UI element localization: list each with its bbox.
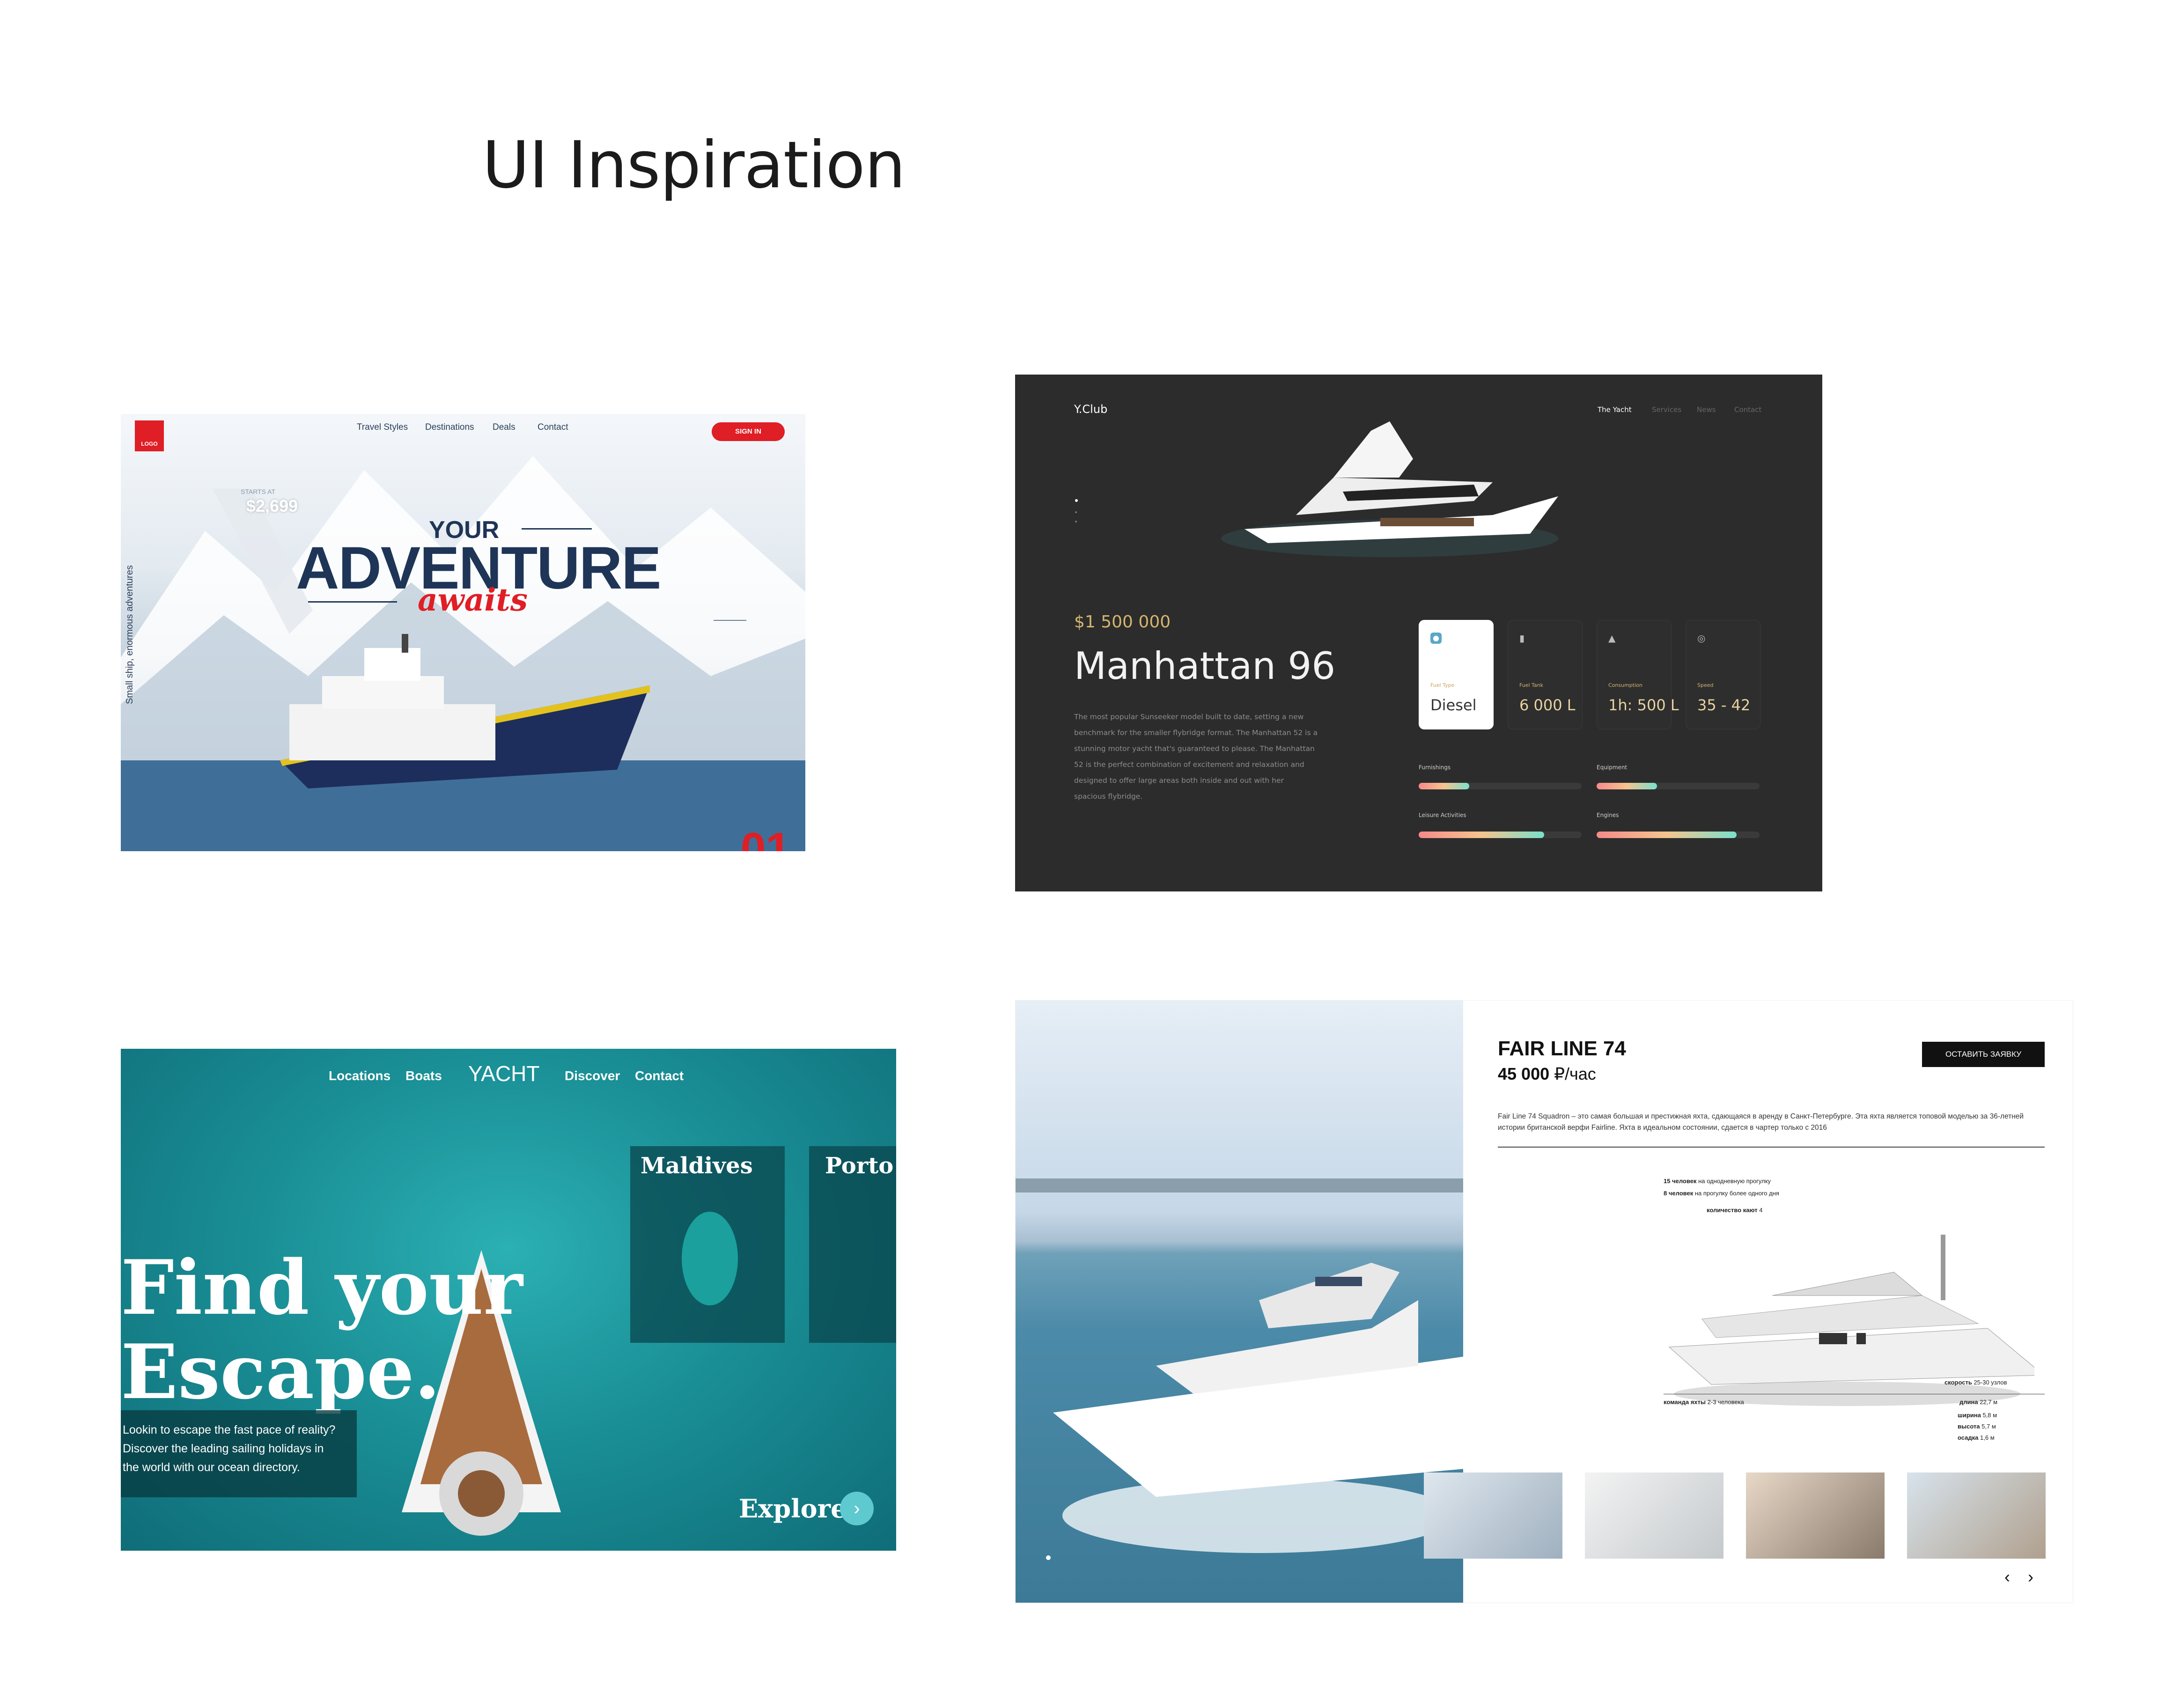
nav-travel-styles[interactable]: Travel Styles <box>357 422 408 433</box>
gallery-thumbnail[interactable] <box>1746 1472 1885 1559</box>
droplet-icon: ● <box>1430 633 1442 644</box>
yclub-card[interactable]: Y.Club The Yacht Services News Contact $… <box>1015 375 1822 891</box>
nav-news[interactable]: News <box>1697 405 1716 414</box>
nav-deals[interactable]: Deals <box>493 422 516 433</box>
price: $2,699 <box>246 496 298 515</box>
spec-label: Consumption <box>1608 682 1642 688</box>
request-button[interactable]: ОСТАВИТЬ ЗАЯВКУ <box>1922 1042 2045 1067</box>
divider <box>308 601 397 603</box>
divider <box>522 528 592 530</box>
dimension-height: высота 5,7 м <box>1958 1423 1996 1430</box>
nav-boats[interactable]: Boats <box>405 1068 442 1083</box>
gallery-thumbnail[interactable] <box>1424 1472 1562 1559</box>
intro-text-line: the world with our ocean directory. <box>123 1461 300 1474</box>
slider-dot[interactable] <box>1075 511 1077 513</box>
nav-contact[interactable]: Contact <box>635 1068 684 1083</box>
progress-bar-engines <box>1597 832 1760 838</box>
next-arrow-icon[interactable] <box>714 620 746 621</box>
chevron-left-icon[interactable]: ‹ <box>2004 1567 2010 1587</box>
fairline-card[interactable]: FAIR LINE 74 45 000 ₽/час ОСТАВИТЬ ЗАЯВК… <box>1015 1000 2073 1603</box>
logo[interactable]: LOGO <box>135 420 164 451</box>
divider <box>1498 1147 2045 1148</box>
intro-text-line: Lookin to escape the fast pace of realit… <box>123 1423 336 1436</box>
spec-card-consumption[interactable]: ▲ Consumption 1h: 500 L <box>1597 620 1679 729</box>
nav-discover[interactable]: Discover <box>565 1068 620 1083</box>
destination-tile-porto[interactable]: Porto <box>809 1146 896 1343</box>
gallery-thumbnail[interactable] <box>1907 1472 2046 1559</box>
bar-label-equipment: Equipment <box>1597 764 1628 771</box>
dimension-width: ширина 5,8 м <box>1958 1412 1997 1419</box>
nav-the-yacht[interactable]: The Yacht <box>1598 405 1632 414</box>
flame-icon: ▲ <box>1608 633 1616 644</box>
gallery-thumbnail[interactable] <box>1585 1472 1723 1559</box>
fuel-pump-icon: ▮ <box>1519 633 1525 644</box>
progress-bar-leisure <box>1419 832 1582 838</box>
explore-link[interactable]: Explore <box>739 1494 847 1524</box>
spec-value: 1h: 500 L <box>1608 696 1679 714</box>
progress-bar-furnishings <box>1419 783 1582 789</box>
spec-card-fuel-type[interactable]: ● Fuel Type Diesel <box>1419 620 1494 729</box>
destination-tile-maldives[interactable]: Maldives <box>630 1146 785 1343</box>
spec-value: 6 000 L <box>1519 696 1576 714</box>
mountain-background <box>121 456 805 851</box>
dimension-length: длина 22,7 м <box>1959 1399 1998 1406</box>
nav-locations[interactable]: Locations <box>329 1068 390 1083</box>
adventure-card[interactable]: LOGO Travel Styles Destinations Deals Co… <box>121 414 805 851</box>
chevron-right-icon[interactable]: › <box>840 1492 874 1525</box>
crew: команда яхты 2-3 человека <box>1664 1399 1744 1406</box>
chevron-right-icon[interactable]: › <box>2028 1567 2033 1587</box>
yacht-description: Fair Line 74 Squadron – это самая больша… <box>1498 1112 2024 1132</box>
headline-awaits: awaits <box>418 582 528 618</box>
capacity-multi-day: 8 человек на прогулку более одного дня <box>1664 1190 1779 1197</box>
progress-bar-equipment <box>1597 783 1760 789</box>
spec-card-speed[interactable]: ◎ Speed 35 - 42 <box>1686 620 1760 729</box>
headline-line1: Find your <box>121 1244 523 1332</box>
intro-text-box: Lookin to escape the fast pace of realit… <box>121 1410 357 1497</box>
intro-text-line: Discover the leading sailing holidays in <box>123 1442 324 1455</box>
spec-card-fuel-tank[interactable]: ▮ Fuel Tank 6 000 L <box>1508 620 1583 729</box>
brand-logo[interactable]: Y.Club <box>1074 403 1107 416</box>
yacht-description: The most popular Sunseeker model built t… <box>1074 713 1318 801</box>
spec-label: Fuel Tank <box>1519 682 1543 688</box>
yacht-model: Manhattan 96 <box>1074 644 1336 688</box>
bar-label-leisure: Leisure Activities <box>1419 812 1466 818</box>
tile-title: Porto <box>825 1153 894 1179</box>
tile-title: Maldives <box>641 1153 753 1179</box>
nav-services[interactable]: Services <box>1652 405 1681 414</box>
nav-contact[interactable]: Contact <box>538 422 568 433</box>
slide-number: 01 <box>741 824 791 851</box>
slider-dot[interactable] <box>1075 521 1077 523</box>
bar-label-engines: Engines <box>1597 812 1619 818</box>
speedometer-icon: ◎ <box>1697 633 1706 644</box>
spec-label: Speed <box>1697 682 1714 688</box>
spec-value: Diesel <box>1430 696 1477 714</box>
yacht-image <box>1221 421 1558 557</box>
yacht-title: FAIR LINE 74 <box>1498 1037 1626 1060</box>
vertical-tagline: Small ship, enormous adventures <box>125 565 135 704</box>
escape-card[interactable]: Locations Boats YACHT Discover Contact M… <box>121 1049 896 1551</box>
bar-label-furnishings: Furnishings <box>1419 764 1451 771</box>
price-label: STARTS AT <box>241 488 275 495</box>
dimension-draft: осадка 1,6 м <box>1958 1434 1995 1441</box>
slider-dot[interactable] <box>1075 499 1078 502</box>
lagoon-image <box>682 1212 738 1305</box>
yacht-price: $1 500 000 <box>1074 612 1171 632</box>
sign-in-button[interactable]: SIGN IN <box>712 422 785 441</box>
page-title: UI Inspiration <box>482 127 906 203</box>
spec-label: Fuel Type <box>1430 682 1455 688</box>
nav-destinations[interactable]: Destinations <box>425 422 474 433</box>
yacht-photo <box>1016 1001 1465 1603</box>
nav-contact[interactable]: Contact <box>1734 405 1761 414</box>
brand-logo[interactable]: YACHT <box>468 1061 540 1086</box>
yacht-price: 45 000 ₽/час <box>1498 1064 1596 1083</box>
yacht-side-view-image <box>1668 1235 2034 1406</box>
speed: скорость 25-30 узлов <box>1944 1379 2007 1386</box>
yacht-photo-illustration <box>1016 1178 1465 1560</box>
headline-line2: Escape. <box>121 1328 441 1416</box>
spec-value: 35 - 42 <box>1697 696 1751 714</box>
capacity-day: 15 человек на однодневную прогулку <box>1664 1178 1771 1185</box>
